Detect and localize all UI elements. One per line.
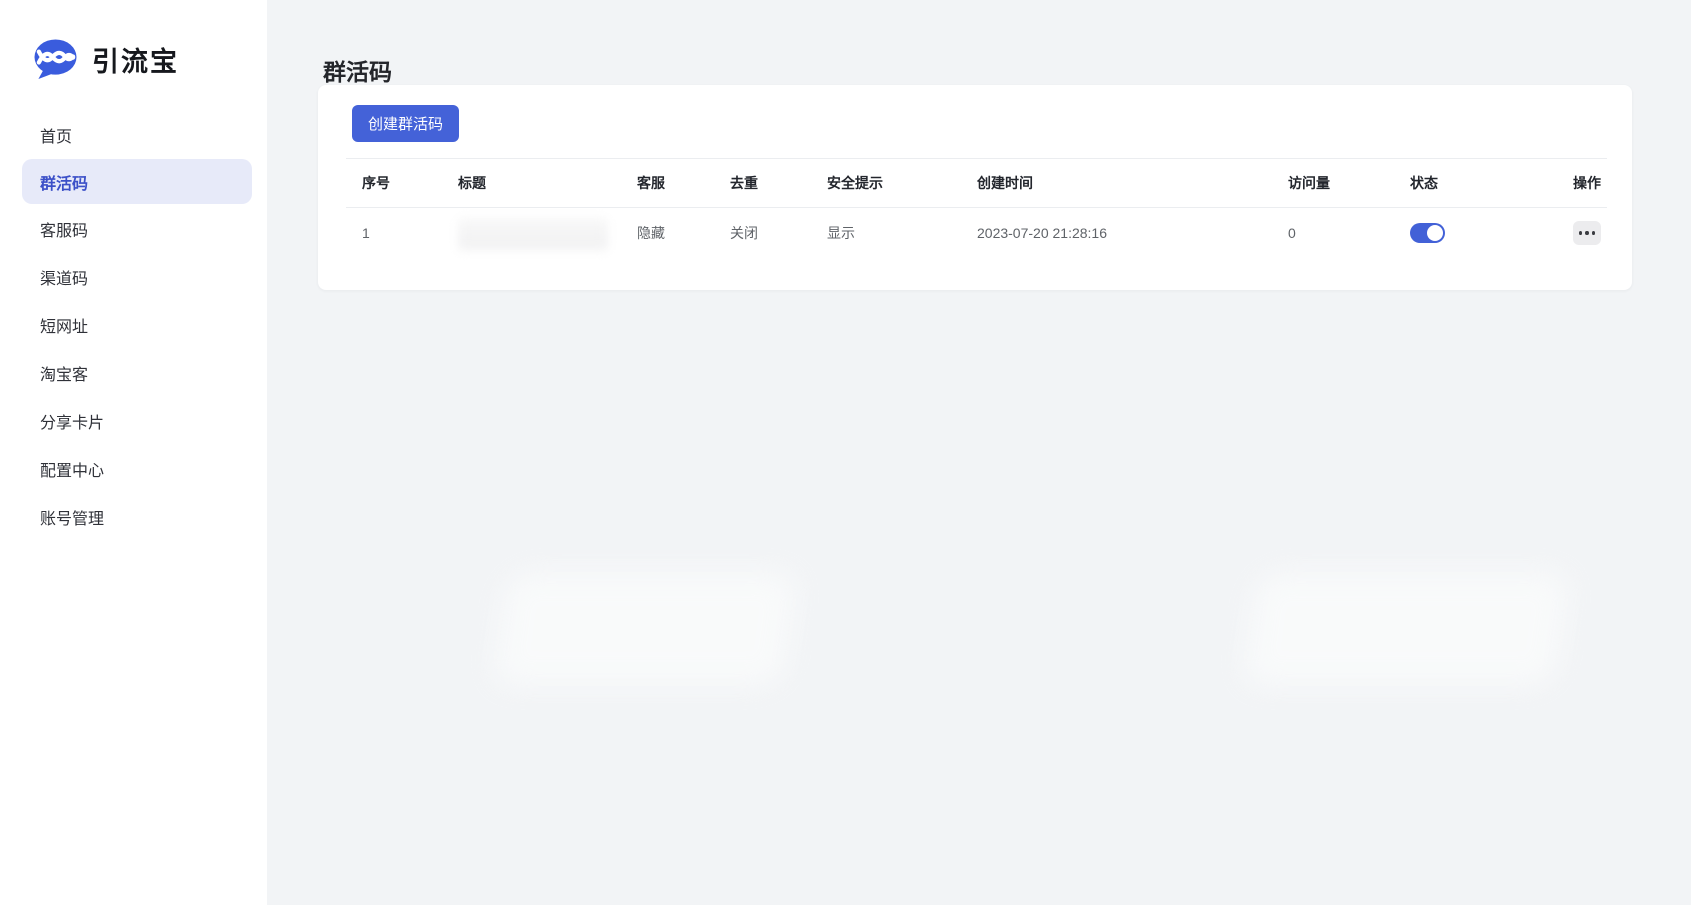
- sidebar-item-label: 群活码: [40, 175, 89, 193]
- status-toggle[interactable]: [1410, 223, 1445, 244]
- sidebar-item-short-url[interactable]: 短网址: [22, 301, 252, 348]
- column-header-title: 标题: [442, 158, 621, 208]
- sidebar-item-taobao[interactable]: 淘宝客: [22, 349, 252, 396]
- column-header-created: 创建时间: [961, 158, 1272, 208]
- cell-status: [1394, 208, 1516, 259]
- group-code-table: 序号 标题 客服 去重 安全提示 创建时间 访问量 状态 操作 1 隐藏 关闭 …: [346, 158, 1607, 259]
- sidebar-item-label: 首页: [40, 128, 73, 146]
- column-header-status: 状态: [1394, 158, 1516, 208]
- column-header-dedupe: 去重: [714, 158, 811, 208]
- cell-title: [442, 208, 621, 259]
- brand-logo-icon: [32, 38, 79, 81]
- column-header-index: 序号: [346, 158, 442, 208]
- brand: 引流宝: [0, 0, 267, 81]
- cell-index: 1: [362, 225, 370, 242]
- sidebar-item-service-code[interactable]: 客服码: [22, 205, 252, 252]
- ellipsis-icon: [1591, 231, 1595, 236]
- create-group-code-button[interactable]: 创建群活码: [352, 105, 460, 142]
- toggle-knob: [1427, 225, 1443, 242]
- sidebar-item-label: 客服码: [40, 222, 89, 240]
- sidebar-item-label: 分享卡片: [40, 414, 105, 432]
- ellipsis-icon: [1585, 231, 1589, 236]
- column-header-safety: 安全提示: [811, 158, 961, 208]
- redacted-title-blur: [458, 218, 608, 251]
- sidebar-menu: 首页 群活码 客服码 渠道码 短网址 淘宝客 分享卡片 配置中心 账号管理: [0, 111, 267, 540]
- cell-service: 隐藏: [637, 225, 665, 242]
- watermark-smudge: [492, 573, 798, 685]
- sidebar-item-label: 短网址: [40, 318, 89, 336]
- column-header-visits: 访问量: [1272, 158, 1394, 208]
- cell-dedupe: 关闭: [730, 225, 758, 242]
- ellipsis-icon: [1579, 231, 1583, 236]
- sidebar-item-label: 淘宝客: [40, 366, 89, 384]
- content-card: 创建群活码 序号 标题 客服 去重 安全提示 创建时间 访问量 状态 操作 1 …: [318, 85, 1632, 290]
- watermark-smudge: [1242, 573, 1570, 685]
- sidebar-item-home[interactable]: 首页: [22, 111, 252, 158]
- sidebar-item-label: 渠道码: [40, 270, 89, 288]
- sidebar: 引流宝 首页 群活码 客服码 渠道码 短网址 淘宝客 分享卡片 配置中心 账号管…: [0, 0, 267, 905]
- main-content: 群活码 创建群活码 序号 标题 客服 去重 安全提示 创建时间 访问量 状态 操…: [267, 0, 1691, 905]
- cell-created-at: 2023-07-20 21:28:16: [977, 225, 1107, 242]
- cell-visits: 0: [1288, 225, 1296, 242]
- column-header-service: 客服: [621, 158, 714, 208]
- column-header-actions: 操作: [1516, 158, 1607, 208]
- row-actions-button[interactable]: [1573, 221, 1601, 246]
- sidebar-item-share-card[interactable]: 分享卡片: [22, 397, 252, 444]
- sidebar-item-account[interactable]: 账号管理: [22, 493, 252, 540]
- cell-safety: 显示: [827, 225, 855, 242]
- page-title: 群活码: [323, 59, 392, 86]
- sidebar-item-group-live-code[interactable]: 群活码: [22, 159, 252, 204]
- brand-name: 引流宝: [92, 47, 179, 77]
- table-header-row: 序号 标题 客服 去重 安全提示 创建时间 访问量 状态 操作: [346, 158, 1607, 208]
- sidebar-item-label: 配置中心: [40, 462, 105, 480]
- table-row: 1 隐藏 关闭 显示 2023-07-20 21:28:16 0: [346, 208, 1607, 259]
- cell-actions: [1516, 208, 1607, 259]
- sidebar-item-label: 账号管理: [40, 510, 105, 528]
- sidebar-item-config-center[interactable]: 配置中心: [22, 445, 252, 492]
- sidebar-item-channel-code[interactable]: 渠道码: [22, 253, 252, 300]
